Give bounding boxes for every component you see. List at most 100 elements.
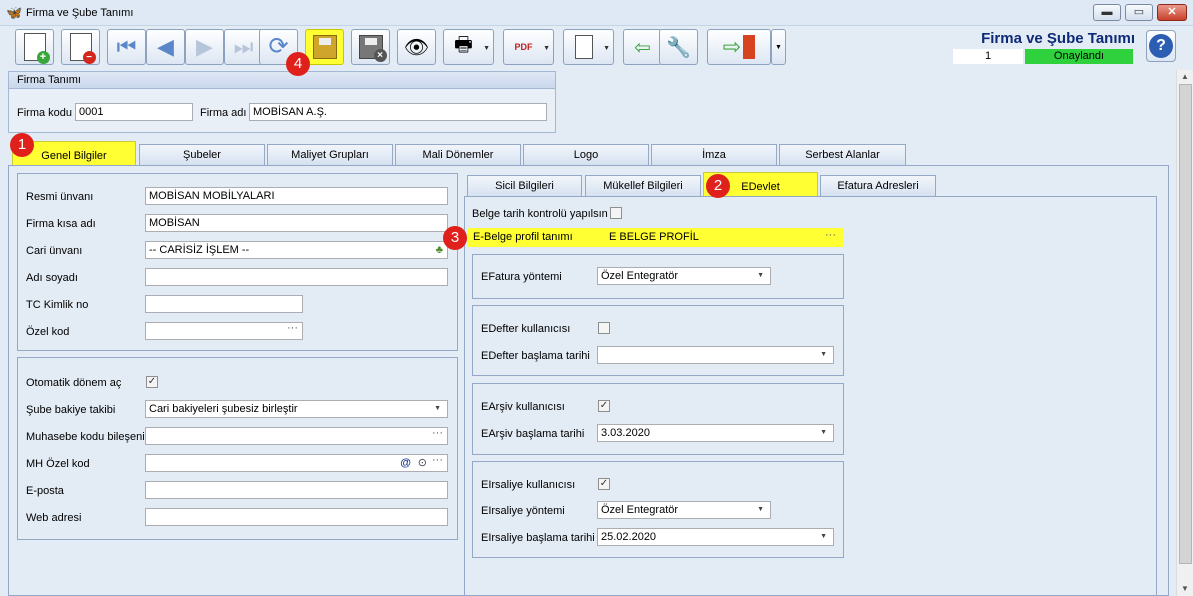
last-record-button[interactable]: ⏭ [224, 29, 263, 65]
annotation-marker-3: 3 [443, 226, 467, 250]
efatura-yontem-value: Özel Entegratör [601, 270, 679, 282]
print-button[interactable]: 🖶 ▼ [443, 29, 494, 65]
ozel-kod-input[interactable]: ··· [145, 322, 303, 340]
save-button[interactable] [305, 29, 344, 65]
tc-kimlik-input[interactable] [145, 295, 303, 313]
ebelge-ellipsis-icon[interactable]: ··· [825, 227, 836, 244]
help-button[interactable]: ? [1146, 30, 1176, 62]
tab-mukellef-bilgileri[interactable]: Mükellef Bilgileri [585, 175, 701, 196]
firma-kodu-label: Firma kodu [17, 107, 73, 119]
tab-mali-donemler[interactable]: Mali Dönemler [395, 144, 521, 165]
sube-bakiye-label: Şube bakiye takibi [26, 404, 116, 416]
exit-arrow-icon: ⇨ [722, 34, 742, 59]
mh-ozel-kod-input[interactable]: @ ⊙ ··· [145, 454, 448, 472]
earsiv-tarih-value: 3.03.2020 [601, 427, 650, 439]
firma-adi-input[interactable]: MOBİSAN A.Ş. [249, 103, 547, 121]
adi-soyadi-input[interactable] [145, 268, 448, 286]
ozel-kod-ellipsis-icon[interactable]: ··· [287, 323, 298, 336]
mh-ellipsis-icon[interactable]: ··· [432, 455, 443, 468]
tab-serbest-alanlar[interactable]: Serbest Alanlar [779, 144, 906, 165]
dropdown-icon: ▼ [434, 405, 441, 412]
window-title: Firma ve Şube Tanımı [26, 7, 134, 19]
status-badge: Onaylandı [1025, 49, 1133, 64]
tab-sicil-bilgileri[interactable]: Sicil Bilgileri [467, 175, 582, 196]
efatura-yontem-label: EFatura yöntemi [481, 271, 562, 283]
document-list-icon [574, 35, 593, 59]
eirsaliye-tarih-label: EIrsaliye başlama tarihi [481, 532, 595, 544]
scroll-thumb[interactable] [1179, 84, 1192, 564]
eirsaliye-yontem-select[interactable]: Özel Entegratör ▼ [597, 501, 771, 519]
dropdown-icon: ▼ [757, 272, 764, 279]
firma-kisa-adi-input[interactable]: MOBİSAN [145, 214, 448, 232]
printer-icon: 🖶 [454, 34, 473, 56]
muhasebe-kodu-input[interactable]: ··· [145, 427, 448, 445]
belge-tarih-checkbox[interactable] [610, 207, 622, 219]
minimize-button[interactable]: ▬ [1093, 4, 1121, 21]
eposta-input[interactable] [145, 481, 448, 499]
efatura-yontem-select[interactable]: Özel Entegratör ▼ [597, 267, 771, 285]
earsiv-tarih-input[interactable]: 3.03.2020 ▼ [597, 424, 834, 442]
export-pdf-button[interactable]: PDF ▼ [503, 29, 554, 65]
tab-subeler[interactable]: Şubeler [139, 144, 265, 165]
ebelge-profil-label: E-Belge profil tanımı [473, 231, 573, 243]
next-record-button[interactable]: ▶ [185, 29, 224, 65]
edefter-tarih-input[interactable]: ▼ [597, 346, 834, 364]
previous-record-button[interactable]: ◀ [146, 29, 185, 65]
firma-kisa-adi-label: Firma kısa adı [26, 218, 96, 230]
belge-tarih-label: Belge tarih kontrolü yapılsın [472, 208, 608, 220]
save-close-button[interactable]: × [351, 29, 390, 65]
firma-adi-label: Firma adı [200, 107, 247, 119]
ebelge-profil-input[interactable]: E BELGE PROFİL ··· [606, 229, 840, 246]
document-menu-button[interactable]: ▼ [563, 29, 614, 65]
edefter-group: EDefter kullanıcısı EDefter başlama tari… [472, 305, 844, 376]
close-button[interactable]: ✕ [1157, 4, 1187, 21]
web-adresi-input[interactable] [145, 508, 448, 526]
earsiv-group: EArşiv kullanıcısı ✓ EArşiv başlama tari… [472, 383, 844, 455]
cari-lookup-icon[interactable]: ♣ [436, 242, 443, 258]
cari-unvan-value: -- CARİSİZ İŞLEM -- [149, 244, 250, 256]
eirsaliye-tarih-value: 25.02.2020 [601, 531, 657, 543]
cari-unvan-label: Cari ünvanı [26, 245, 83, 257]
dropdown-icon: ▼ [820, 429, 827, 436]
view-icon[interactable]: ⊙ [418, 455, 427, 471]
first-record-button[interactable]: ⏮ [107, 29, 146, 65]
web-adresi-label: Web adresi [26, 512, 82, 524]
scroll-down-icon[interactable]: ▼ [1181, 584, 1189, 593]
sube-bakiye-select[interactable]: Cari bakiyeleri şubesiz birleştir ▼ [145, 400, 448, 418]
new-record-button[interactable]: + [15, 29, 54, 65]
eirsaliye-kullanici-checkbox[interactable]: ✓ [598, 478, 610, 490]
sube-bakiye-value: Cari bakiyeleri şubesiz birleştir [149, 403, 298, 415]
email-at-icon[interactable]: @ [400, 455, 411, 471]
dropdown-icon: ▼ [820, 351, 827, 358]
tab-efatura-adresleri[interactable]: Efatura Adresleri [820, 175, 936, 196]
edefter-kullanici-checkbox[interactable] [598, 322, 610, 334]
resmi-unvan-input[interactable]: MOBİSAN MOBİLYALARI [145, 187, 448, 205]
muhasebe-ellipsis-icon[interactable]: ··· [432, 428, 443, 441]
earsiv-kullanici-checkbox[interactable]: ✓ [598, 400, 610, 412]
tab-maliyet-gruplari[interactable]: Maliyet Grupları [267, 144, 393, 165]
tab-logo[interactable]: Logo [523, 144, 649, 165]
exit-button[interactable]: ⇨ [707, 29, 771, 65]
maximize-button[interactable]: ▭ [1125, 4, 1153, 21]
scroll-up-icon[interactable]: ▲ [1181, 72, 1189, 81]
preview-button[interactable]: 👁 [397, 29, 436, 65]
refresh-icon: ⟳ [268, 33, 289, 60]
firma-kodu-input[interactable]: 0001 [75, 103, 193, 121]
eirsaliye-tarih-input[interactable]: 25.02.2020 ▼ [597, 528, 834, 546]
next-icon: ▶ [196, 34, 213, 59]
exit-dropdown-button[interactable]: ▼ [771, 29, 786, 65]
window: 🦋 Firma ve Şube Tanımı ▬ ▭ ✕ + − ⏮ ◀ ▶ ⏭… [0, 0, 1193, 596]
import-button[interactable]: ⇦ [623, 29, 662, 65]
otomatik-donem-checkbox[interactable]: ✓ [146, 376, 158, 388]
settings-button[interactable]: 🔧 [659, 29, 698, 65]
preview-icon: 👁 [403, 36, 430, 59]
vertical-scrollbar[interactable]: ▲ ▼ [1176, 70, 1193, 596]
eposta-label: E-posta [26, 485, 64, 497]
cari-unvan-input[interactable]: -- CARİSİZ İŞLEM -- ♣ [145, 241, 448, 259]
wrench-icon: 🔧 [666, 36, 691, 59]
ebelge-profil-value: E BELGE PROFİL [609, 231, 699, 243]
earsiv-kullanici-label: EArşiv kullanıcısı [481, 401, 565, 413]
delete-record-button[interactable]: − [61, 29, 100, 65]
tab-imza[interactable]: İmza [651, 144, 777, 165]
settings-group: Otomatik dönem aç ✓ Şube bakiye takibi C… [17, 357, 458, 540]
